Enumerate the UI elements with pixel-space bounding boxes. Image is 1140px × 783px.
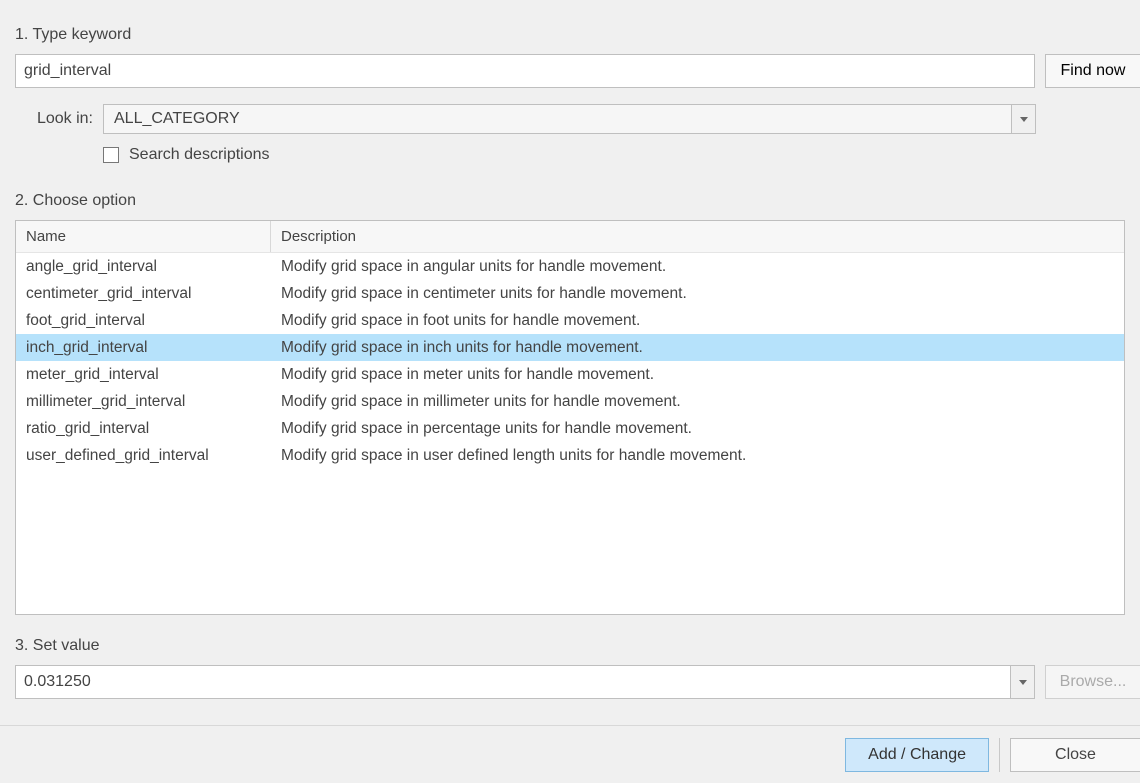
row-description: Modify grid space in meter units for han… <box>271 361 1124 388</box>
search-descriptions-checkbox[interactable] <box>103 147 119 163</box>
column-description[interactable]: Description <box>271 221 1124 252</box>
chevron-down-icon[interactable] <box>1010 666 1034 698</box>
row-description: Modify grid space in centimeter units fo… <box>271 280 1124 307</box>
category-select[interactable]: ALL_CATEGORY <box>103 104 1036 134</box>
look-in-label: Look in: <box>15 110 93 128</box>
add-change-button[interactable]: Add / Change <box>845 738 989 772</box>
keyword-input[interactable] <box>15 54 1035 88</box>
row-name: angle_grid_interval <box>16 253 271 280</box>
options-table: Name Description angle_grid_intervalModi… <box>15 220 1125 615</box>
value-input[interactable] <box>16 666 1010 698</box>
row-description: Modify grid space in inch units for hand… <box>271 334 1124 361</box>
row-name: centimeter_grid_interval <box>16 280 271 307</box>
find-now-button[interactable]: Find now <box>1045 54 1140 88</box>
row-name: meter_grid_interval <box>16 361 271 388</box>
row-description: Modify grid space in foot units for hand… <box>271 307 1124 334</box>
row-name: millimeter_grid_interval <box>16 388 271 415</box>
divider <box>999 738 1000 772</box>
row-name: inch_grid_interval <box>16 334 271 361</box>
row-name: ratio_grid_interval <box>16 415 271 442</box>
step1-label: 1. Type keyword <box>15 26 1125 44</box>
step2-label: 2. Choose option <box>15 192 1125 210</box>
table-row[interactable]: meter_grid_intervalModify grid space in … <box>16 361 1124 388</box>
table-row[interactable]: inch_grid_intervalModify grid space in i… <box>16 334 1124 361</box>
value-combo[interactable] <box>15 665 1035 699</box>
browse-button: Browse... <box>1045 665 1140 699</box>
table-row[interactable]: ratio_grid_intervalModify grid space in … <box>16 415 1124 442</box>
row-name: foot_grid_interval <box>16 307 271 334</box>
category-value: ALL_CATEGORY <box>104 105 1011 133</box>
row-description: Modify grid space in angular units for h… <box>271 253 1124 280</box>
row-description: Modify grid space in user defined length… <box>271 442 1124 469</box>
table-row[interactable]: millimeter_grid_intervalModify grid spac… <box>16 388 1124 415</box>
table-row[interactable]: user_defined_grid_intervalModify grid sp… <box>16 442 1124 469</box>
row-description: Modify grid space in percentage units fo… <box>271 415 1124 442</box>
column-name[interactable]: Name <box>16 221 271 252</box>
search-descriptions-label: Search descriptions <box>129 146 270 164</box>
table-row[interactable]: centimeter_grid_intervalModify grid spac… <box>16 280 1124 307</box>
chevron-down-icon[interactable] <box>1011 105 1035 133</box>
close-button[interactable]: Close <box>1010 738 1140 772</box>
row-description: Modify grid space in millimeter units fo… <box>271 388 1124 415</box>
table-row[interactable]: angle_grid_intervalModify grid space in … <box>16 253 1124 280</box>
row-name: user_defined_grid_interval <box>16 442 271 469</box>
step3-label: 3. Set value <box>15 637 1125 655</box>
table-header: Name Description <box>16 221 1124 253</box>
footer: Add / Change Close <box>0 725 1140 783</box>
table-body: angle_grid_intervalModify grid space in … <box>16 253 1124 614</box>
table-row[interactable]: foot_grid_intervalModify grid space in f… <box>16 307 1124 334</box>
